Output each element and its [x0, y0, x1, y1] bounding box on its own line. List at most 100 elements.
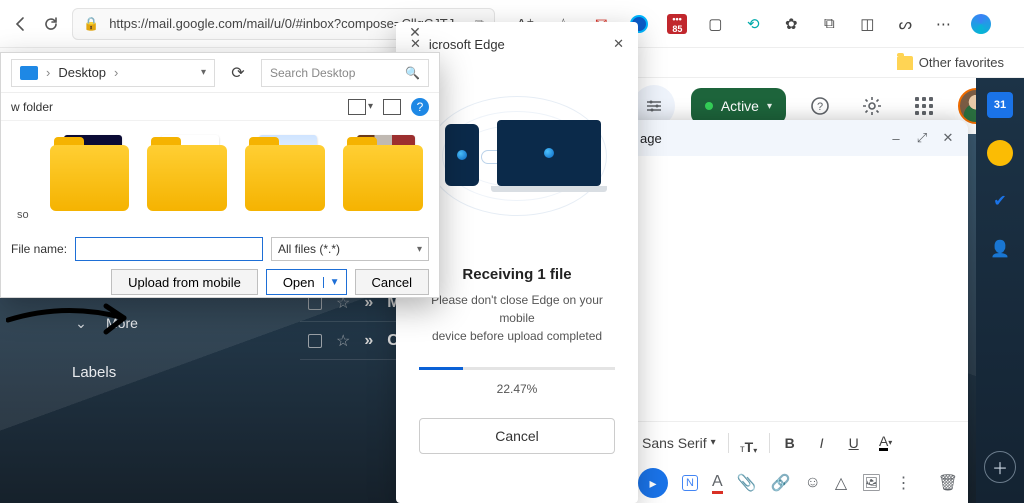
- compose-window: age ‒ ⤢ ✕ Sans Serif▾ ᴛT▾ B I U A▾ ▸ N A…: [628, 120, 968, 503]
- support-button[interactable]: ?: [802, 88, 838, 124]
- copilot-icon[interactable]: [971, 14, 991, 34]
- generic-ext-icon[interactable]: ▢: [705, 14, 725, 34]
- underline-button[interactable]: U: [842, 431, 866, 455]
- breadcrumb[interactable]: › Desktop › ▾: [11, 59, 215, 87]
- filename-input[interactable]: [75, 237, 263, 261]
- extensions-menu-icon[interactable]: ✿: [781, 14, 801, 34]
- back-button[interactable]: [12, 15, 30, 33]
- dialog-file-grid[interactable]: so Au ▭▭: [1, 121, 439, 231]
- collections-icon[interactable]: ⧉: [819, 14, 839, 34]
- file-open-dialog: ✕ › Desktop › ▾ ⟳ Search Desktop 🔍 w fol…: [0, 52, 440, 298]
- chevron-down-icon: ▾: [767, 101, 772, 112]
- breadcrumb-location: Desktop: [58, 65, 106, 80]
- folder-item[interactable]: [343, 131, 423, 211]
- screenshot-ext-icon[interactable]: ⟲: [743, 14, 763, 34]
- status-dot-icon: [705, 102, 713, 110]
- sidebar-item-label: More: [106, 315, 278, 331]
- dialog-refresh-button[interactable]: ⟳: [225, 63, 251, 83]
- folder-label-cut: so: [17, 209, 32, 221]
- lock-icon: 🔒: [83, 16, 99, 32]
- row-checkbox[interactable]: [308, 334, 322, 348]
- sidebar-item-more[interactable]: ⌄ More: [60, 306, 290, 340]
- contacts-addon[interactable]: 👤: [987, 236, 1013, 262]
- compose-body[interactable]: [628, 156, 968, 421]
- note-icon[interactable]: N: [682, 475, 698, 491]
- folder-item[interactable]: Au: [50, 131, 130, 211]
- more-menu-icon[interactable]: ⋯: [933, 14, 953, 34]
- dialog-help-icon[interactable]: ?: [411, 98, 429, 116]
- open-split-chevron-icon[interactable]: ▼: [323, 277, 340, 288]
- cancel-button[interactable]: Cancel: [355, 269, 429, 295]
- attach-icon[interactable]: 📎: [737, 473, 757, 493]
- send-button-edge[interactable]: ▸: [638, 468, 668, 498]
- filename-label: File name:: [11, 242, 67, 256]
- status-label: Active: [721, 98, 759, 114]
- open-button[interactable]: Open ▼: [266, 269, 347, 295]
- popup-description: Please don't close Edge on your mobile d…: [410, 291, 624, 345]
- popup-heading: Receiving 1 file: [462, 266, 571, 283]
- popup-cancel-button[interactable]: Cancel: [419, 418, 616, 454]
- compose-header[interactable]: age ‒ ⤢ ✕: [628, 120, 968, 156]
- link-icon[interactable]: 🔗: [771, 473, 791, 493]
- refresh-button[interactable]: [42, 15, 60, 33]
- drive-icon[interactable]: △: [835, 473, 847, 493]
- settings-button[interactable]: [854, 88, 890, 124]
- chevron-right-icon: ›: [114, 65, 118, 80]
- star-icon[interactable]: ☆: [336, 331, 350, 351]
- keep-addon[interactable]: [987, 140, 1013, 166]
- view-preview-icon[interactable]: [383, 99, 401, 115]
- google-apps-button[interactable]: [906, 88, 942, 124]
- popup-window-title: icrosoft Edge: [429, 37, 613, 52]
- chevron-down-icon[interactable]: ▾: [201, 67, 206, 78]
- emoji-icon[interactable]: ☺: [804, 474, 820, 492]
- other-favorites-link[interactable]: Other favorites: [919, 55, 1004, 70]
- this-pc-icon: [20, 66, 38, 80]
- italic-button[interactable]: I: [810, 431, 834, 455]
- search-icon: 🔍: [405, 66, 420, 80]
- compose-title: age: [640, 131, 878, 146]
- file-type-filter[interactable]: All files (*.*) ▾: [271, 237, 429, 261]
- bold-button[interactable]: B: [778, 431, 802, 455]
- more-options-icon[interactable]: ⋮: [895, 473, 911, 493]
- search-placeholder: Search Desktop: [270, 66, 355, 80]
- dialog-search-input[interactable]: Search Desktop 🔍: [261, 59, 429, 87]
- compose-action-row: ▸ N A 📎 🔗 ☺ △ 🖼 ⋮ 🗑: [628, 463, 968, 503]
- laptop-icon: [497, 120, 601, 186]
- view-thumbnails-icon[interactable]: [348, 99, 366, 115]
- get-addons-button[interactable]: ＋: [984, 451, 1016, 483]
- discard-icon[interactable]: 🗑: [938, 473, 958, 493]
- svg-text:?: ?: [817, 101, 823, 113]
- new-folder-button[interactable]: w folder: [11, 100, 53, 114]
- open-button-label: Open: [283, 275, 315, 290]
- gmail-side-panel: 31 ✔ 👤 ＋: [976, 78, 1024, 503]
- font-name: Sans Serif: [642, 435, 707, 451]
- status-chip[interactable]: Active ▾: [691, 88, 786, 124]
- dialog-nav-row: › Desktop › ▾ ⟳ Search Desktop 🔍: [1, 53, 439, 93]
- folder-item[interactable]: [245, 131, 325, 211]
- calendar-addon[interactable]: 31: [987, 92, 1013, 118]
- font-picker[interactable]: Sans Serif▾: [638, 433, 720, 453]
- highlight-icon[interactable]: A: [712, 473, 723, 494]
- popup-close-icon[interactable]: ✕: [613, 36, 624, 52]
- compose-minimize-icon[interactable]: ‒: [888, 131, 904, 146]
- tasks-addon[interactable]: ✔: [987, 188, 1013, 214]
- upload-progress-bar: [419, 367, 616, 370]
- folder-item[interactable]: ▭▭: [147, 131, 227, 211]
- font-size-button[interactable]: ᴛT▾: [737, 431, 761, 455]
- text-color-button[interactable]: A▾: [874, 431, 898, 455]
- upload-progress-percent: 22.47%: [497, 382, 538, 396]
- upload-illustration: [427, 96, 607, 216]
- split-screen-icon[interactable]: ◫: [857, 14, 877, 34]
- dialog-toolbar: w folder ▾ ?: [1, 93, 439, 121]
- phone-icon: [445, 124, 479, 186]
- chevron-right-icon: ›: [46, 65, 50, 80]
- compose-close-icon[interactable]: ✕: [940, 130, 956, 146]
- image-icon[interactable]: 🖼: [861, 473, 881, 493]
- filter-value: All files (*.*): [278, 242, 340, 256]
- performance-icon[interactable]: ᔕ: [895, 14, 915, 34]
- lastpass-ext-icon[interactable]: •••85: [667, 14, 687, 34]
- upload-progress-fill: [419, 367, 463, 370]
- upload-from-mobile-button[interactable]: Upload from mobile: [111, 269, 258, 295]
- compose-expand-icon[interactable]: ⤢: [914, 130, 930, 146]
- dialog-close-icon[interactable]: ✕: [397, 17, 433, 47]
